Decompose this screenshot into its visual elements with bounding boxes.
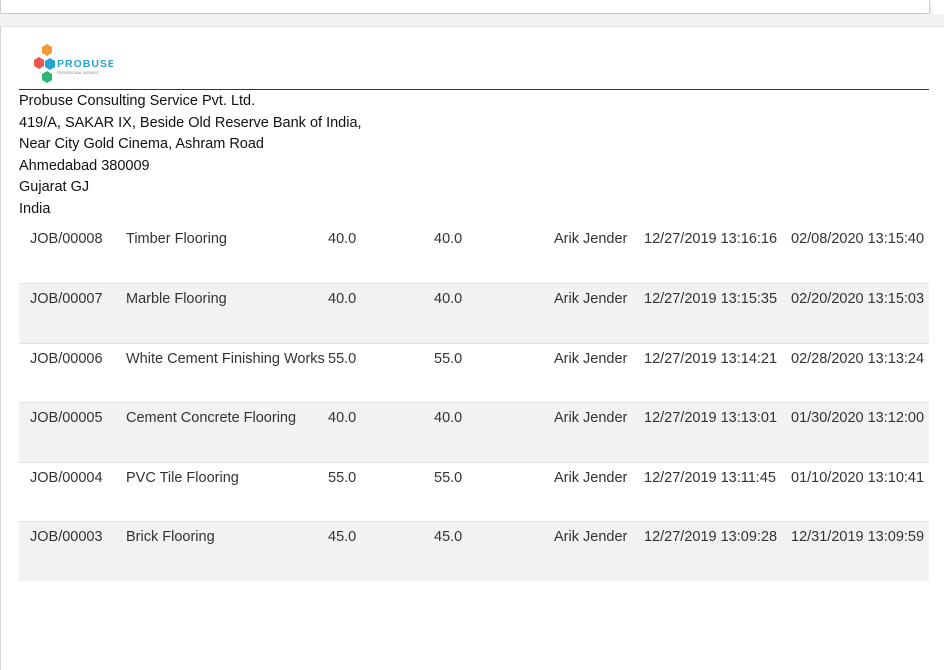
company-address: Probuse Consulting Service Pvt. Ltd. 419… — [19, 91, 362, 221]
planned-hours: 40.0 — [328, 283, 434, 343]
end-date: 01/10/2020 13:10:41 — [791, 469, 925, 486]
job-number: JOB/00003 — [19, 521, 126, 581]
end-date: 02/28/2020 13:13:24 — [791, 350, 925, 367]
job-number: JOB/00008 — [30, 231, 103, 247]
job-table: JOB/00008 Timber Flooring 40.0 40.0 Arik… — [19, 224, 929, 581]
planned-hours: 45.0 — [328, 521, 434, 581]
job-number: JOB/00006 — [30, 350, 103, 367]
assigned-user: Arik Jender — [554, 469, 628, 486]
address-line: India — [19, 200, 51, 217]
table-row: JOB/00004 PVC Tile Flooring 55.0 55.0 Ar… — [19, 462, 929, 522]
start-date: 12/27/2019 13:15:35 — [644, 283, 791, 343]
company-name: Probuse Consulting Service Pvt. Ltd. — [19, 93, 256, 109]
table-row: JOB/00008 Timber Flooring 40.0 40.0 Arik… — [19, 224, 929, 284]
page-gap — [0, 14, 944, 26]
planned-hours: 40.0 — [328, 402, 434, 462]
end-date: 12/31/2019 13:09:59 — [791, 521, 929, 581]
planned-hours: 55.0 — [328, 469, 357, 486]
assigned-user: Arik Jender — [554, 521, 644, 581]
planned-hours: 55.0 — [328, 350, 357, 367]
job-number: JOB/00007 — [19, 283, 126, 343]
report-page: PROBUSE PROFESSIONAL BUSINESS Probuse Co… — [0, 26, 944, 670]
address-line: Ahmedabad 380009 — [19, 157, 150, 174]
header-divider — [19, 89, 929, 90]
table-row: JOB/00006 White Cement Finishing Works 5… — [19, 343, 929, 403]
assigned-user: Arik Jender — [554, 231, 628, 247]
actual-hours: 40.0 — [434, 231, 463, 247]
assigned-user: Arik Jender — [554, 402, 644, 462]
assigned-user: Arik Jender — [554, 283, 644, 343]
table-row: JOB/00007 Marble Flooring 40.0 40.0 Arik… — [19, 283, 929, 343]
svg-text:PROFESSIONAL BUSINESS: PROFESSIONAL BUSINESS — [57, 71, 99, 75]
address-line: 419/A, SAKAR IX, Beside Old Reserve Bank… — [19, 114, 362, 131]
end-date: 01/30/2020 13:12:00 — [791, 402, 929, 462]
start-date: 12/27/2019 13:16:16 — [644, 231, 778, 247]
job-name: Cement Concrete Flooring — [126, 402, 328, 462]
address-line: Gujarat GJ — [19, 179, 90, 196]
actual-hours: 55.0 — [434, 469, 463, 486]
actual-hours: 40.0 — [434, 283, 554, 343]
job-name: Marble Flooring — [126, 283, 328, 343]
actual-hours: 55.0 — [434, 350, 463, 367]
actual-hours: 40.0 — [434, 402, 554, 462]
planned-hours: 40.0 — [328, 231, 357, 247]
start-date: 12/27/2019 13:13:01 — [644, 402, 791, 462]
end-date: 02/08/2020 13:15:40 — [791, 231, 925, 247]
end-date: 02/20/2020 13:15:03 — [791, 283, 929, 343]
actual-hours: 45.0 — [434, 521, 554, 581]
job-number: JOB/00004 — [30, 469, 103, 486]
start-date: 12/27/2019 13:14:21 — [644, 350, 778, 367]
previous-page-edge — [0, 0, 930, 13]
job-name: Brick Flooring — [126, 521, 328, 581]
start-date: 12/27/2019 13:11:45 — [644, 469, 776, 486]
table-row: JOB/00003 Brick Flooring 45.0 45.0 Arik … — [19, 521, 929, 581]
job-number: JOB/00005 — [19, 402, 126, 462]
job-name: PVC Tile Flooring — [126, 469, 239, 486]
svg-text:PROBUSE: PROBUSE — [57, 58, 113, 70]
address-line: Near City Gold Cinema, Ashram Road — [19, 136, 264, 153]
table-row: JOB/00005 Cement Concrete Flooring 40.0 … — [19, 402, 929, 462]
job-name: White Cement Finishing Works — [126, 350, 325, 367]
company-logo: PROBUSE PROFESSIONAL BUSINESS — [34, 44, 113, 83]
assigned-user: Arik Jender — [554, 350, 628, 367]
job-name: Timber Flooring — [126, 231, 227, 247]
start-date: 12/27/2019 13:09:28 — [644, 521, 791, 581]
